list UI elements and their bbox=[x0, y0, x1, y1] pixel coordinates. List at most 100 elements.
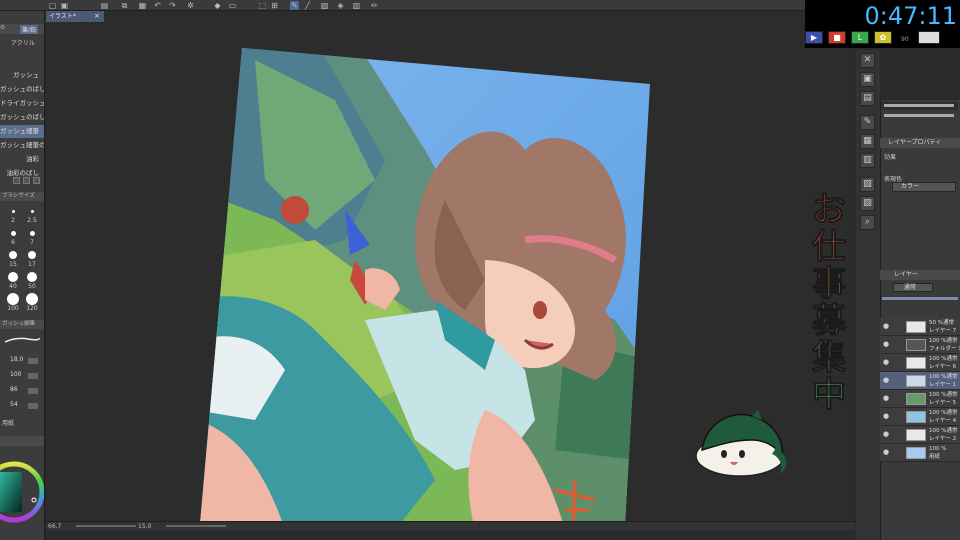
new-icon[interactable]: ▢ bbox=[48, 1, 57, 10]
close-tab-icon[interactable]: × bbox=[94, 12, 100, 20]
brush-icon[interactable]: ✎ bbox=[860, 115, 875, 130]
brush-item[interactable]: ガッシュのばし bbox=[0, 83, 44, 96]
ruler-icon[interactable]: ▨ bbox=[320, 1, 329, 10]
brush-item[interactable]: ガッシュ細筆 bbox=[0, 125, 44, 138]
tool-property-value[interactable]: 18.0 bbox=[10, 356, 23, 363]
tool-property-value[interactable]: 54 bbox=[10, 401, 18, 408]
layer-opacity: 100 % bbox=[929, 446, 947, 452]
stop-button[interactable]: ■ bbox=[828, 31, 846, 44]
brush-item[interactable]: ガッシュ bbox=[0, 69, 44, 82]
angle-value[interactable]: 15.0 bbox=[138, 523, 151, 530]
layout-button[interactable]: L bbox=[851, 31, 869, 44]
layer-row[interactable]: ● 100 %通常 フォルダー 1 bbox=[880, 336, 960, 354]
layer-property-icon[interactable]: ▦ bbox=[860, 134, 875, 149]
color-mode-select[interactable]: カラー bbox=[892, 182, 956, 192]
layer-row[interactable]: ● 100 %通常 レイヤー 1 bbox=[880, 372, 960, 390]
layer-row[interactable]: ● 100 %通常 レイヤー 6 bbox=[880, 354, 960, 372]
eye-icon[interactable]: ● bbox=[883, 412, 891, 420]
eye-icon[interactable]: ● bbox=[883, 448, 891, 456]
zoom-value[interactable]: 66.7 bbox=[48, 523, 61, 530]
pencil-icon[interactable]: ✏ bbox=[370, 1, 379, 10]
eye-icon[interactable]: ● bbox=[883, 376, 891, 384]
brush-item[interactable]: ガッシュ細筆のばし bbox=[0, 139, 44, 152]
tool-property-slider[interactable] bbox=[28, 403, 38, 409]
zoom-slider[interactable] bbox=[76, 525, 136, 527]
tool-property-value[interactable]: 100 bbox=[10, 371, 21, 378]
brush-size-dot[interactable] bbox=[7, 293, 19, 305]
layer-row[interactable]: ● 100 %通常 レイヤー 5 bbox=[880, 390, 960, 408]
timer-display: 0:47:11 bbox=[864, 2, 957, 30]
add-brush-icon[interactable] bbox=[13, 177, 20, 184]
view-icon[interactable]: ▥ bbox=[352, 1, 361, 10]
open-icon[interactable]: ▣ bbox=[60, 1, 69, 10]
paste-icon[interactable]: ▦ bbox=[138, 1, 147, 10]
brush-stroke-preview bbox=[4, 336, 40, 344]
pen-tool-icon[interactable]: ✎ bbox=[290, 1, 299, 10]
play-button[interactable]: ▶ bbox=[805, 31, 823, 44]
grid-icon[interactable]: ⊞ bbox=[270, 1, 279, 10]
redo-icon[interactable]: ↷ bbox=[168, 1, 177, 10]
brush-size-dot[interactable] bbox=[8, 272, 18, 282]
camera-button[interactable] bbox=[918, 31, 940, 44]
brush-item[interactable]: ドライガッシュ bbox=[0, 97, 44, 110]
tool-property-slider[interactable] bbox=[28, 373, 38, 379]
tool-property-slider[interactable] bbox=[28, 358, 38, 364]
brush-size-dot[interactable] bbox=[27, 272, 37, 282]
tool-property-value[interactable]: 86 bbox=[10, 386, 18, 393]
eye-icon[interactable]: ● bbox=[883, 340, 891, 348]
opacity-slider[interactable] bbox=[882, 297, 958, 300]
layer-name: レイヤー 1 bbox=[929, 382, 957, 388]
layer-icon[interactable]: ◈ bbox=[336, 1, 345, 10]
tool-property-row[interactable]: 100 bbox=[0, 371, 44, 381]
material-icon[interactable]: ▧ bbox=[860, 177, 875, 192]
line-tool-icon[interactable]: ╱ bbox=[303, 1, 312, 10]
tool-property-row[interactable]: 54 bbox=[0, 401, 44, 411]
layer-row[interactable]: ● 100 % 用紙 bbox=[880, 444, 960, 462]
illustration-canvas[interactable] bbox=[195, 40, 665, 530]
tab-brush[interactable]: 筆/鉛 bbox=[20, 25, 39, 34]
eye-icon[interactable]: ● bbox=[883, 430, 891, 438]
undo-icon[interactable]: ↶ bbox=[153, 1, 162, 10]
transform-icon[interactable]: ⬚ bbox=[258, 1, 267, 10]
layer-row[interactable]: ● 100 %通常 レイヤー 2 bbox=[880, 426, 960, 444]
flower-button[interactable]: ✿ bbox=[874, 31, 892, 44]
fill-icon[interactable]: ◆ bbox=[213, 1, 222, 10]
angle-slider[interactable] bbox=[166, 525, 226, 527]
brush-item[interactable]: ガッシュのばし bbox=[0, 111, 44, 124]
settings-icon[interactable]: ✲ bbox=[186, 1, 195, 10]
layer-tab[interactable]: レイヤー bbox=[880, 270, 960, 280]
delete-brush-icon[interactable] bbox=[33, 177, 40, 184]
brush-size-dot[interactable] bbox=[11, 209, 15, 213]
blend-mode-select[interactable]: 通常 bbox=[893, 283, 933, 292]
layer-row[interactable]: ● 100 %通常 レイヤー 4 bbox=[880, 408, 960, 426]
navigator-icon[interactable]: ✕ bbox=[860, 53, 875, 68]
color-wheel[interactable] bbox=[0, 450, 45, 530]
save-icon[interactable]: ▤ bbox=[100, 1, 109, 10]
layer-opacity: 100 %通常 bbox=[929, 392, 958, 398]
brush-size-dot[interactable] bbox=[29, 230, 35, 236]
color-set-icon[interactable]: ▥ bbox=[860, 153, 875, 168]
tab-acrylic[interactable]: アクリル bbox=[11, 38, 35, 47]
eye-icon[interactable]: ● bbox=[883, 358, 891, 366]
tool-property-slider[interactable] bbox=[28, 388, 38, 394]
brush-size-dot[interactable] bbox=[9, 251, 17, 259]
copy-icon[interactable]: ⧉ bbox=[120, 1, 129, 10]
history-icon[interactable]: ▤ bbox=[860, 91, 875, 106]
brush-size-dot[interactable] bbox=[26, 293, 38, 305]
eye-icon[interactable]: ● bbox=[883, 394, 891, 402]
layer-name: レイヤー 2 bbox=[929, 436, 957, 442]
brush-item[interactable]: 油彩 bbox=[0, 153, 44, 166]
copy-brush-icon[interactable] bbox=[23, 177, 30, 184]
eye-icon[interactable]: ● bbox=[883, 322, 891, 330]
brush-size-dot[interactable] bbox=[30, 209, 34, 213]
tool-property-row[interactable]: 18.0 bbox=[0, 356, 44, 366]
search-icon[interactable]: ⌕ bbox=[860, 215, 875, 230]
brush-size-dot[interactable] bbox=[28, 251, 36, 259]
brush-size-dot[interactable] bbox=[10, 230, 16, 236]
select-icon[interactable]: ▭ bbox=[228, 1, 237, 10]
layer-row[interactable]: ● 50 %通常 レイヤー 7 bbox=[880, 318, 960, 336]
subview-icon[interactable]: ▣ bbox=[860, 72, 875, 87]
info-icon[interactable]: ▨ bbox=[860, 196, 875, 211]
paper-texture-label: 用紙 bbox=[2, 420, 15, 427]
tool-property-row[interactable]: 86 bbox=[0, 386, 44, 396]
